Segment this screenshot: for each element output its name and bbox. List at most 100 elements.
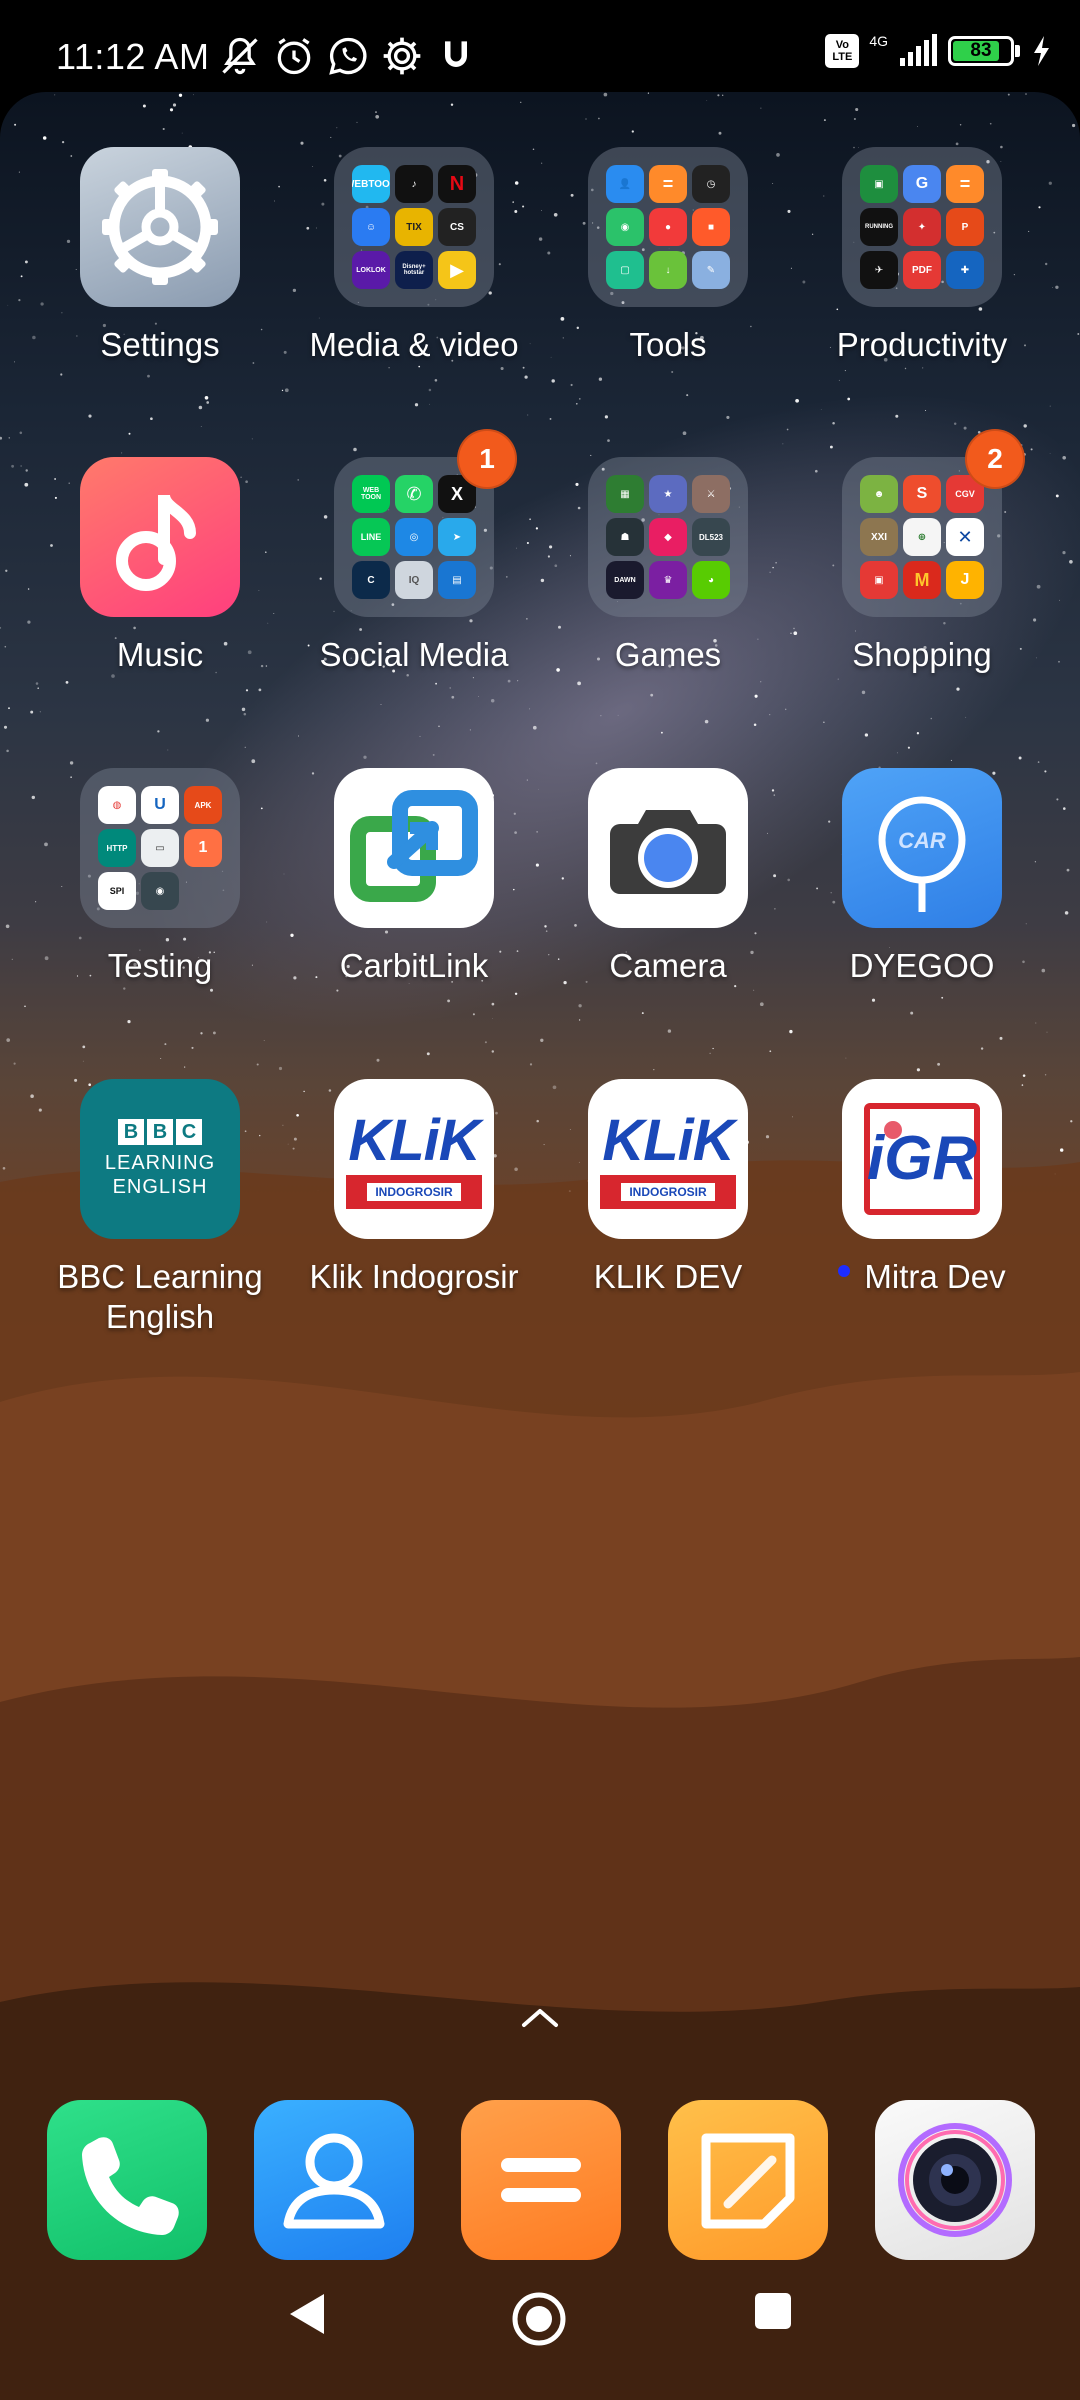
klik-icon: KLiK INDOGROSIR bbox=[334, 1079, 494, 1239]
notes-app[interactable] bbox=[668, 2100, 828, 2260]
navigation-bar bbox=[0, 2290, 1080, 2380]
app-klik-indogrosir[interactable]: KLiK INDOGROSIR Klik Indogrosir bbox=[287, 1079, 541, 1297]
mute-bell-icon bbox=[222, 37, 258, 75]
home-button[interactable] bbox=[510, 2290, 568, 2353]
feather-mini-icon: ✎ bbox=[692, 251, 730, 289]
folder-shopping[interactable]: ☻ S CGV XXI ⊕ ✕ ▣ M J 2 Shopping bbox=[795, 429, 1049, 675]
tiktok-icon: ♪ bbox=[395, 165, 433, 203]
folder-tools[interactable]: 👤 = ◷ ◉ ● ■ ▢ ↓ ✎ Tools bbox=[541, 147, 795, 365]
app-music[interactable]: Music bbox=[33, 457, 287, 675]
folder-testing[interactable]: ◍ U APK HTTP ▭ 1 SPI ◉ Testing bbox=[33, 768, 287, 986]
app-label: CarbitLink bbox=[339, 947, 489, 984]
klik-logo-text: KLiK bbox=[348, 1108, 480, 1173]
tix-icon: TIX bbox=[395, 208, 433, 246]
mini-app-icon: C bbox=[352, 561, 390, 599]
lens-icon bbox=[898, 2123, 1012, 2237]
app-label: BBC Learning English bbox=[57, 1258, 263, 1335]
whatsapp-mini-icon: ✆ bbox=[395, 475, 433, 513]
recents-button[interactable] bbox=[752, 2290, 794, 2337]
app-bbc-learning-english[interactable]: B B C LEARNING ENGLISH BBC Learning Engl… bbox=[33, 1079, 287, 1337]
app-label: Klik Indogrosir bbox=[309, 1258, 519, 1295]
app-settings[interactable]: Settings bbox=[33, 147, 287, 365]
signal-icon bbox=[900, 34, 937, 66]
chrome-mini-icon: ◍ bbox=[98, 786, 136, 824]
clock: 11:12 AM bbox=[56, 36, 210, 77]
app-label: Media & video bbox=[309, 326, 519, 363]
folder-icon: 👤 = ◷ ◉ ● ■ ▢ ↓ ✎ bbox=[588, 147, 748, 307]
game-mini-icon: DAWN bbox=[606, 561, 644, 599]
recents-square-icon bbox=[755, 2293, 791, 2329]
mini-app-icon: ⊕ bbox=[903, 518, 941, 556]
bbc-icon-line: ENGLISH bbox=[112, 1176, 208, 1198]
mini-app-icon: ✦ bbox=[903, 208, 941, 246]
iq-mini-icon: IQ bbox=[395, 561, 433, 599]
game-mini-icon: ★ bbox=[649, 475, 687, 513]
app-camera[interactable]: Camera bbox=[541, 768, 795, 986]
mini-app-icon: ✈ bbox=[860, 251, 898, 289]
cs-icon: CS bbox=[438, 208, 476, 246]
new-install-dot bbox=[838, 1265, 851, 1278]
phone-app[interactable] bbox=[47, 2100, 207, 2260]
back-button[interactable] bbox=[284, 2290, 328, 2343]
folder-icon: ▦ ★ ⚔ ☗ ◆ DL523 DAWN ♛ ◕ bbox=[588, 457, 748, 617]
folder-productivity[interactable]: ▣ G = RUNNING ✦ P ✈ PDF ✚ Productivity bbox=[795, 147, 1049, 365]
mini-app-icon: WEBTOON bbox=[352, 165, 390, 203]
phone-icon bbox=[82, 2137, 179, 2235]
selfie-camera-app[interactable] bbox=[875, 2100, 1035, 2260]
folder-games[interactable]: ▦ ★ ⚔ ☗ ◆ DL523 DAWN ♛ ◕ Games bbox=[541, 457, 795, 675]
igr-logo-text: iGR bbox=[866, 1124, 978, 1193]
contacts-app[interactable] bbox=[254, 2100, 414, 2260]
app-label: Games bbox=[614, 636, 722, 673]
notes-icon bbox=[701, 2133, 795, 2229]
folder-icon: WEBTOON ♪ N ☺ TIX CS LOKLOK Disney+ hots… bbox=[334, 147, 494, 307]
gear-icon bbox=[383, 37, 421, 75]
app-label: Settings bbox=[100, 326, 220, 363]
xxi-mini-icon: XXI bbox=[860, 518, 898, 556]
game-mini-icon: ☗ bbox=[606, 518, 644, 556]
apk-mini-icon: APK bbox=[184, 786, 222, 824]
folder-social-media[interactable]: WEB TOON ✆ X LINE ◎ ➤ C IQ ▤ 1 Social Me… bbox=[287, 429, 541, 675]
app-dyegoo[interactable]: CAR DYEGOO bbox=[795, 768, 1049, 986]
download-mini-icon: ↓ bbox=[649, 251, 687, 289]
powerpoint-mini-icon: P bbox=[946, 208, 984, 246]
home-circle-icon bbox=[512, 2292, 566, 2346]
contacts-icon bbox=[283, 2133, 385, 2229]
mini-app-icon: 1 bbox=[184, 829, 222, 867]
app-label: Productivity bbox=[836, 326, 1008, 363]
bbc-icon-line: LEARNING bbox=[104, 1152, 216, 1174]
app-klik-dev[interactable]: KLiK INDOGROSIR KLIK DEV bbox=[541, 1079, 795, 1297]
igr-icon: iGR bbox=[842, 1079, 1002, 1239]
video-mini-icon: ■ bbox=[692, 208, 730, 246]
telegram-mini-icon: ➤ bbox=[438, 518, 476, 556]
radio-mini-icon: ◉ bbox=[606, 208, 644, 246]
netflix-icon: N bbox=[438, 165, 476, 203]
shopee-mini-icon: S bbox=[903, 475, 941, 513]
chevron-up-icon[interactable] bbox=[520, 2005, 560, 2029]
files-mini-icon: = bbox=[946, 165, 984, 203]
battery-level: 83 bbox=[970, 40, 992, 61]
recorder-mini-icon: ● bbox=[649, 208, 687, 246]
app-carbitlink[interactable]: CarbitLink bbox=[287, 768, 541, 986]
bbc-icon: B B C LEARNING ENGLISH bbox=[80, 1079, 240, 1239]
mini-app-icon: ▭ bbox=[141, 829, 179, 867]
adidas-running-icon: RUNNING bbox=[860, 208, 898, 246]
notification-badge: 1 bbox=[457, 429, 517, 489]
file-manager-app[interactable] bbox=[461, 2100, 621, 2260]
dyegoo-icon-text: CAR bbox=[898, 828, 946, 853]
dock bbox=[0, 2100, 1080, 2260]
translate-mini-icon: G bbox=[903, 165, 941, 203]
mini-app-icon: J bbox=[946, 561, 984, 599]
game-mini-icon: ♛ bbox=[649, 561, 687, 599]
music-note-icon bbox=[80, 457, 240, 617]
app-label: Social Media bbox=[319, 636, 509, 673]
traveloka-mini-icon: ✕ bbox=[946, 518, 984, 556]
indogrosir-text: INDOGROSIR bbox=[367, 1183, 461, 1201]
underarmour-mini-icon: ✚ bbox=[946, 251, 984, 289]
loklok-icon: LOKLOK bbox=[352, 251, 390, 289]
klik-icon: KLiK INDOGROSIR bbox=[588, 1079, 748, 1239]
charging-icon bbox=[1034, 36, 1049, 66]
mini-app-icon: ◎ bbox=[395, 518, 433, 556]
game-mini-icon: ▦ bbox=[606, 475, 644, 513]
folder-media-video[interactable]: WEBTOON ♪ N ☺ TIX CS LOKLOK Disney+ hots… bbox=[287, 147, 541, 365]
app-mitra-dev[interactable]: iGR Mitra Dev bbox=[795, 1079, 1049, 1297]
